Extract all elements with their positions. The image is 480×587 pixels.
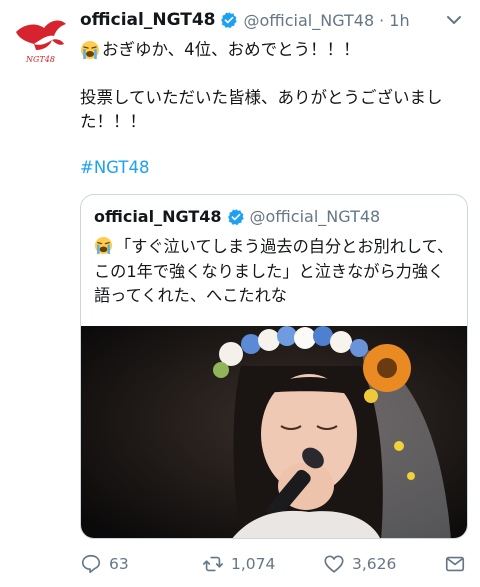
- direct-message-button[interactable]: [444, 553, 473, 575]
- verified-badge-icon: [221, 12, 238, 29]
- loudly-crying-face-icon: [81, 41, 99, 59]
- quoted-text-block: 「すぐ泣いてしまう過去の自分とお別れして、この1年で強くなりました」と泣きながら…: [94, 235, 459, 309]
- timestamp[interactable]: 1h: [389, 11, 409, 30]
- heart-icon: [324, 555, 344, 573]
- quoted-header: official_NGT48 @official_NGT48: [94, 207, 380, 226]
- avatar-logo-text: NGT48: [25, 55, 55, 64]
- quoted-tweet[interactable]: official_NGT48 @official_NGT48 「すぐ泣いてしまう…: [80, 194, 468, 539]
- retweet-button[interactable]: 1,074: [202, 553, 275, 575]
- verified-badge-icon: [227, 208, 244, 225]
- separator-dot: ·: [379, 10, 385, 30]
- like-button[interactable]: 3,626: [323, 553, 396, 575]
- quoted-author-handle: @official_NGT48: [249, 207, 381, 226]
- retweet-count: 1,074: [231, 555, 276, 573]
- reply-count: 63: [109, 555, 129, 573]
- quoted-text: 「すぐ泣いてしまう過去の自分とお別れして、この1年で強くなりました」と泣きながら…: [94, 237, 454, 305]
- tweet-text: おぎゆか、4位、おめでとう！！！ 投票していただいた皆様、ありがとうございました…: [80, 38, 470, 134]
- author-handle[interactable]: @official_NGT48: [243, 11, 374, 30]
- chevron-down-icon[interactable]: [444, 10, 464, 30]
- tweet-actions: 63 1,074 3,626: [80, 553, 470, 577]
- hashtag-link[interactable]: #NGT48: [80, 158, 149, 177]
- like-count: 3,626: [352, 555, 397, 573]
- loudly-crying-face-icon: [94, 236, 113, 255]
- tweet-text-line-2: 投票していただいた皆様、ありがとうございました！！！: [80, 88, 443, 131]
- envelope-icon: [445, 556, 465, 572]
- tweet-header: official_NGT48 @official_NGT48 · 1h: [80, 8, 464, 32]
- reply-button[interactable]: 63: [80, 553, 129, 575]
- quoted-author-name: official_NGT48: [94, 207, 222, 226]
- retweet-icon: [203, 556, 223, 572]
- author-name[interactable]: official_NGT48: [80, 10, 215, 30]
- avatar[interactable]: NGT48: [10, 10, 70, 70]
- tweet-text-line-1: おぎゆか、4位、おめでとう！！！: [102, 40, 360, 59]
- reply-icon: [81, 554, 101, 574]
- quoted-photo[interactable]: [81, 326, 467, 538]
